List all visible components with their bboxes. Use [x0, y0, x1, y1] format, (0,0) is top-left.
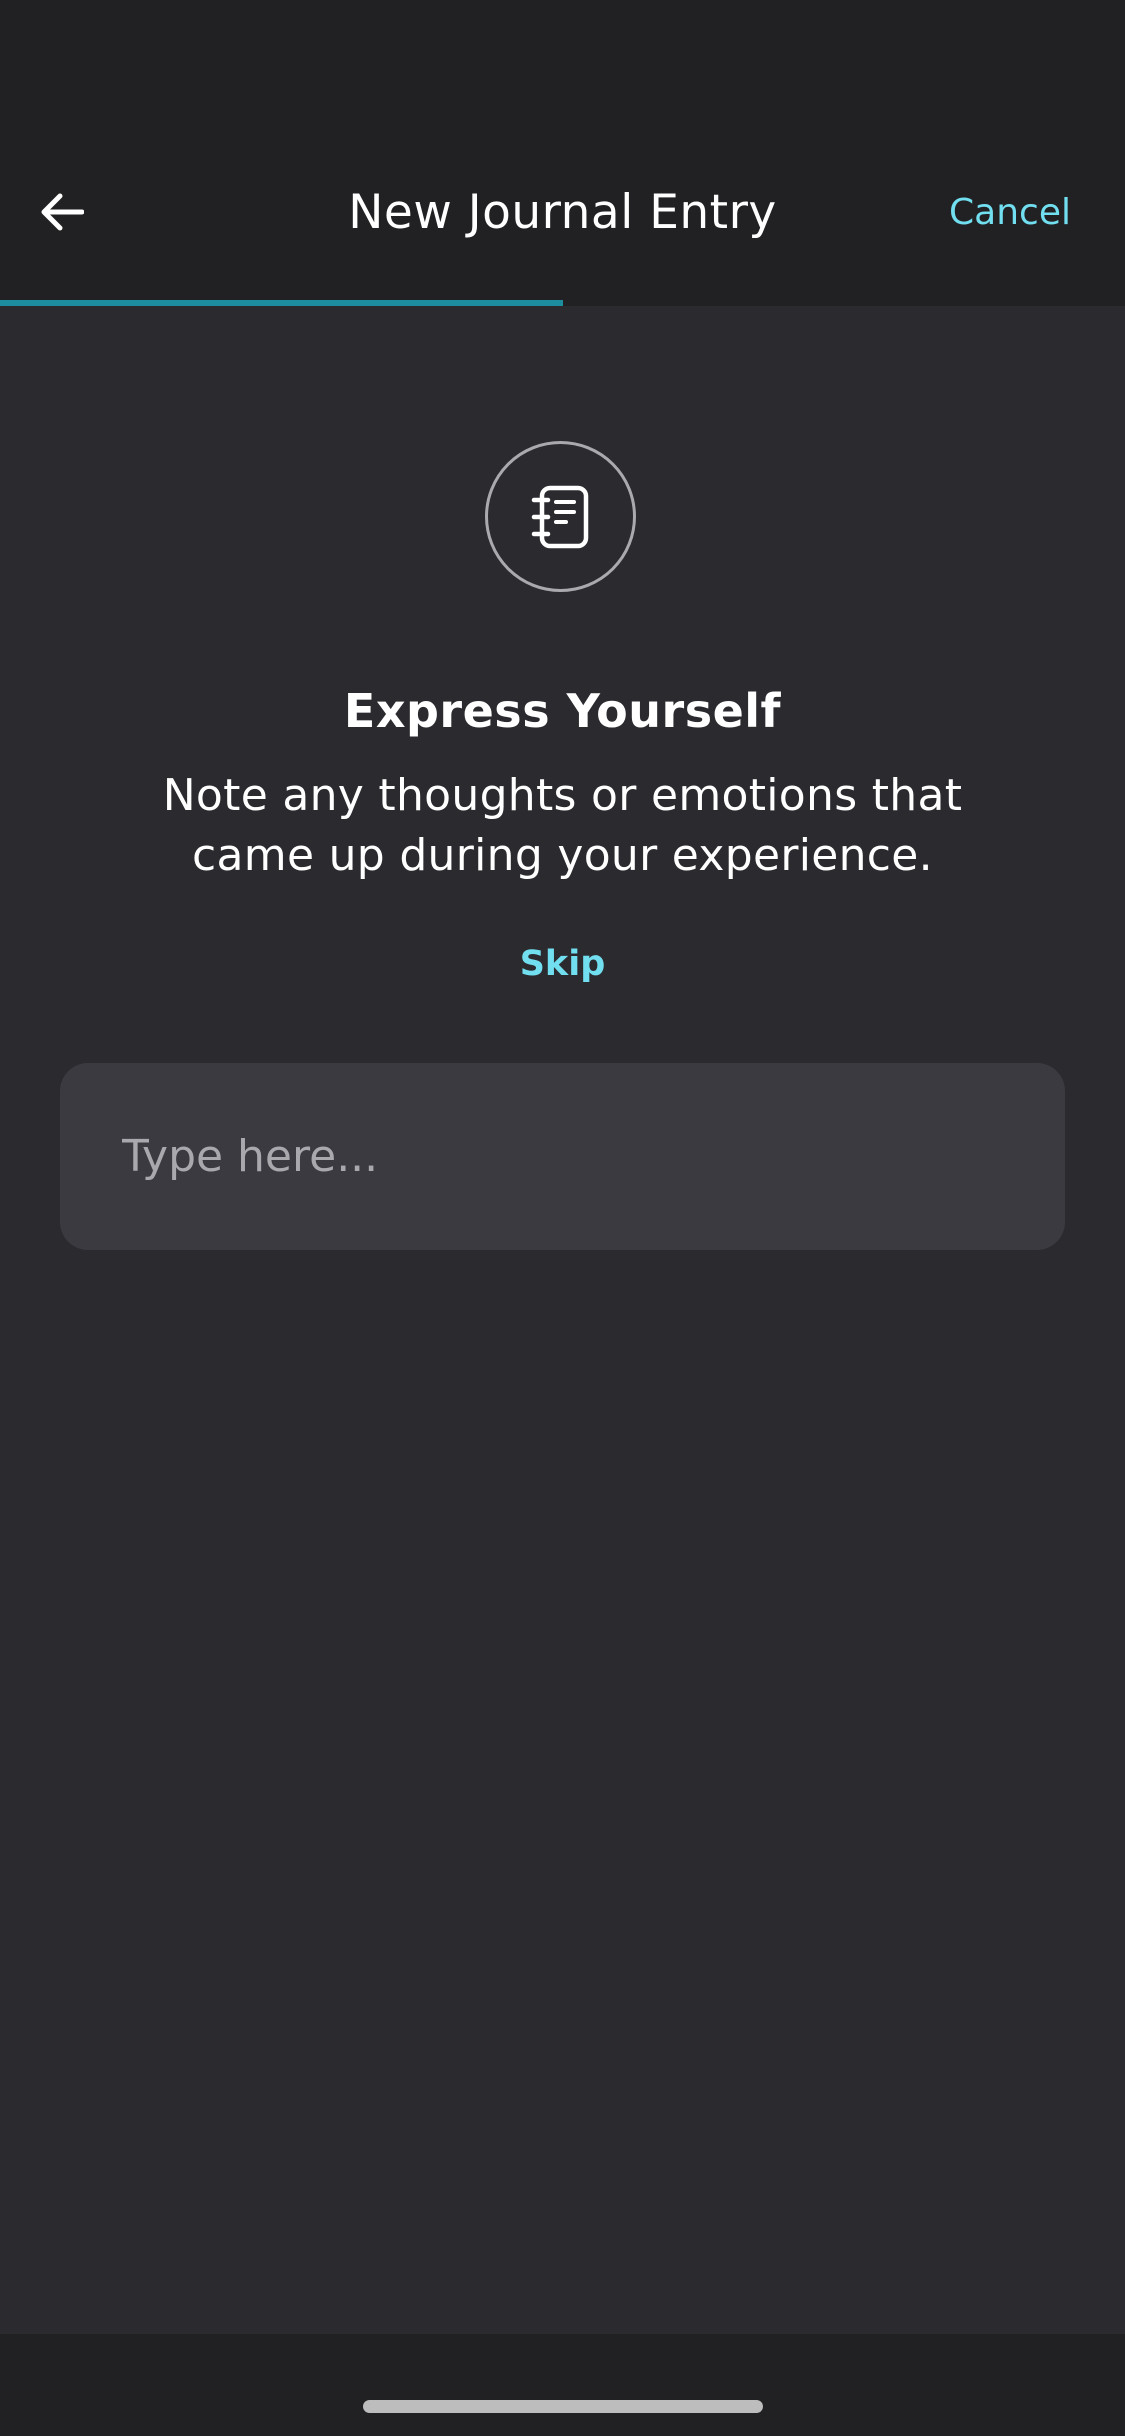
back-button[interactable] — [30, 180, 94, 244]
prompt-description: Note any thoughts or emotions that came … — [162, 770, 963, 881]
cancel-button[interactable]: Cancel — [949, 190, 1071, 236]
skip-row: Skip — [0, 941, 1125, 987]
home-indicator-area — [0, 2334, 1125, 2436]
progress-bar-fill — [0, 300, 563, 306]
prompt-heading: Express Yourself — [343, 684, 782, 738]
journal-notebook-icon — [531, 485, 588, 548]
home-indicator[interactable] — [363, 2400, 763, 2413]
arrow-left-icon — [41, 193, 84, 231]
skip-button[interactable]: Skip — [520, 944, 606, 984]
journal-icon-badge — [485, 441, 636, 592]
navigation-bar: New Journal Entry Cancel — [0, 140, 1125, 300]
status-bar — [0, 0, 1125, 140]
journal-entry-screen: New Journal Entry Cancel Express Yoursel… — [0, 0, 1125, 2436]
progress-bar — [0, 300, 1125, 306]
journal-entry-input[interactable] — [60, 1063, 1065, 1250]
